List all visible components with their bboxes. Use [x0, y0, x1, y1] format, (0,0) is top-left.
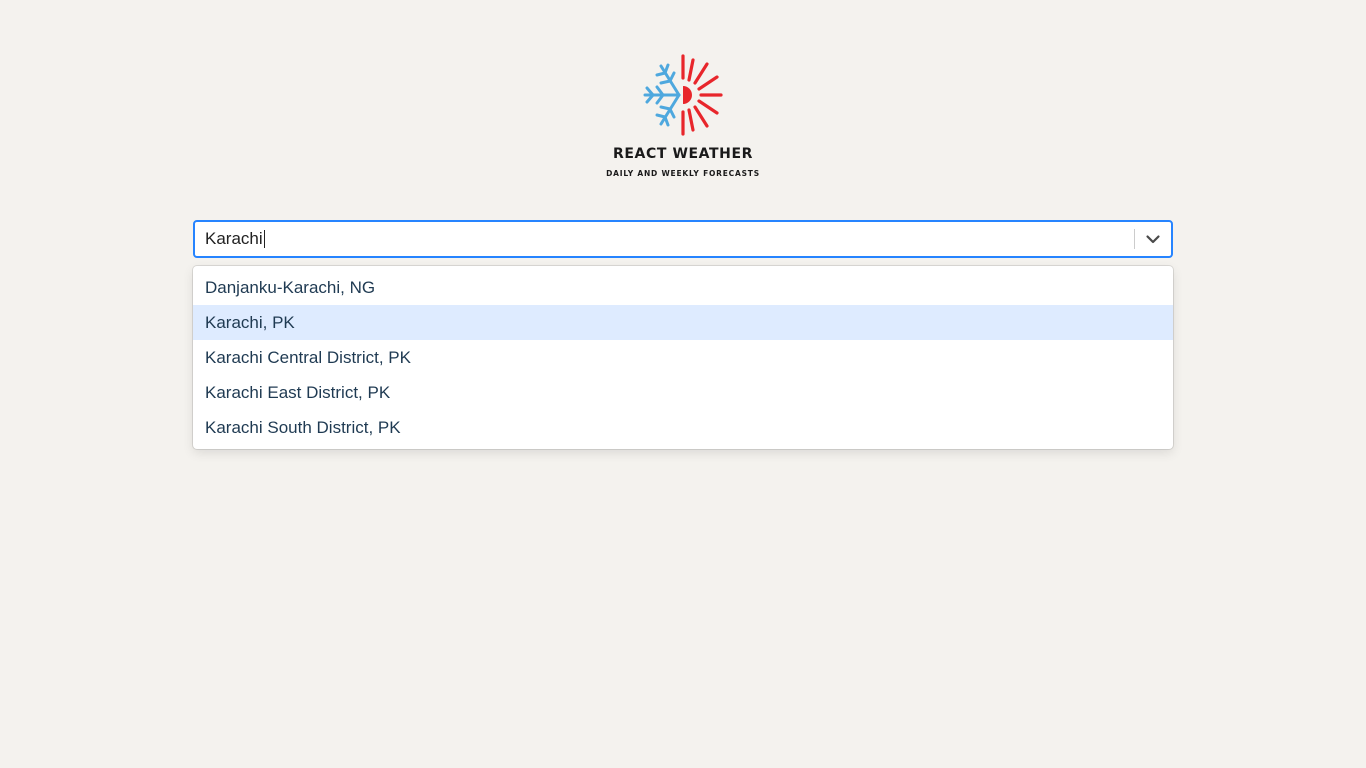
- search-input-value: Karachi: [205, 229, 263, 248]
- snowflake-sun-icon: [643, 54, 723, 136]
- text-cursor: [263, 230, 265, 248]
- city-search-select[interactable]: Karachi: [193, 220, 1173, 258]
- brand-header: REACT WEATHER DAILY AND WEEKLY FORECASTS: [0, 52, 1366, 178]
- suggestions-menu: Danjanku-Karachi, NG Karachi, PK Karachi C…: [193, 266, 1173, 449]
- app-subtitle: DAILY AND WEEKLY FORECASTS: [606, 169, 760, 178]
- dropdown-indicator-button[interactable]: [1135, 222, 1171, 256]
- app-root: REACT WEATHER DAILY AND WEEKLY FORECASTS…: [0, 0, 1366, 768]
- app-title: REACT WEATHER: [612, 146, 754, 162]
- chevron-down-icon: [1146, 235, 1160, 244]
- menu-option[interactable]: Karachi Central District, PK: [193, 340, 1173, 375]
- search-input[interactable]: Karachi: [195, 229, 1134, 249]
- menu-option[interactable]: Karachi East District, PK: [193, 375, 1173, 410]
- menu-option[interactable]: Karachi South District, PK: [193, 410, 1173, 445]
- menu-option[interactable]: Karachi, PK: [193, 305, 1173, 340]
- menu-option[interactable]: Danjanku-Karachi, NG: [193, 270, 1173, 305]
